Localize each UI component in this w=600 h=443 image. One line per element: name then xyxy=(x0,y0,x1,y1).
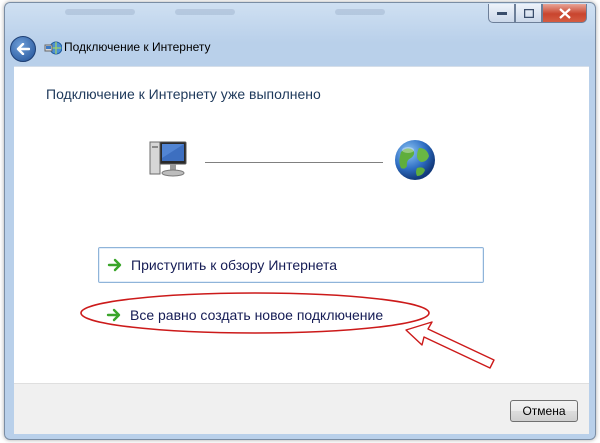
red-pointer-arrow xyxy=(405,321,495,369)
button-bar xyxy=(14,383,589,434)
titlebar-blurred-text xyxy=(175,9,235,15)
minimize-button[interactable] xyxy=(488,4,515,23)
connection-line xyxy=(205,162,383,163)
close-icon xyxy=(558,7,571,19)
back-button[interactable] xyxy=(10,36,36,62)
titlebar-blurred-text xyxy=(65,9,135,15)
maximize-button[interactable] xyxy=(515,4,542,23)
back-arrow-icon xyxy=(16,43,30,55)
browse-internet-option[interactable]: Приступить к обзору Интернета xyxy=(98,247,484,283)
network-connection-icon xyxy=(44,41,62,55)
globe-icon xyxy=(395,140,435,180)
minimize-icon xyxy=(496,12,507,15)
maximize-icon xyxy=(523,8,534,18)
close-button[interactable] xyxy=(542,4,587,23)
window-title: Подключение к Интернету xyxy=(64,40,211,54)
red-ellipse xyxy=(80,292,430,334)
computer-icon xyxy=(149,141,187,177)
titlebar-blurred-text xyxy=(335,9,385,15)
browse-internet-label: Приступить к обзору Интернета xyxy=(131,257,338,273)
page-heading: Подключение к Интернету уже выполнено xyxy=(46,86,321,102)
green-arrow-icon xyxy=(107,258,122,272)
caption-buttons xyxy=(488,4,587,23)
cancel-button[interactable]: Отмена xyxy=(510,400,578,422)
